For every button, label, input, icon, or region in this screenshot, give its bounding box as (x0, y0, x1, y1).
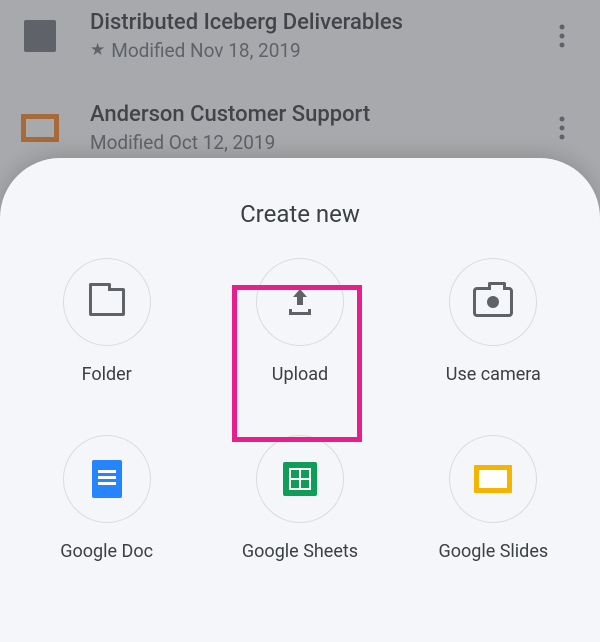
option-google-slides[interactable]: Google Slides (397, 435, 590, 562)
option-use-camera[interactable]: Use camera (397, 258, 590, 385)
create-options-grid: Folder Upload Use camera Google Doc (0, 258, 600, 562)
google-doc-icon (63, 435, 151, 523)
option-label: Folder (82, 364, 132, 385)
option-label: Google Doc (60, 541, 153, 562)
create-new-sheet: Create new Folder Upload Use camera (0, 158, 600, 642)
google-sheets-icon (256, 435, 344, 523)
option-google-sheets[interactable]: Google Sheets (203, 435, 396, 562)
option-folder[interactable]: Folder (10, 258, 203, 385)
option-label: Upload (272, 364, 328, 385)
google-slides-icon (449, 435, 537, 523)
sheet-title: Create new (0, 158, 600, 258)
option-label: Google Slides (438, 541, 548, 562)
folder-icon (63, 258, 151, 346)
option-label: Use camera (446, 364, 541, 385)
upload-icon (256, 258, 344, 346)
option-google-doc[interactable]: Google Doc (10, 435, 203, 562)
option-upload[interactable]: Upload (203, 258, 396, 385)
camera-icon (449, 258, 537, 346)
option-label: Google Sheets (242, 541, 358, 562)
